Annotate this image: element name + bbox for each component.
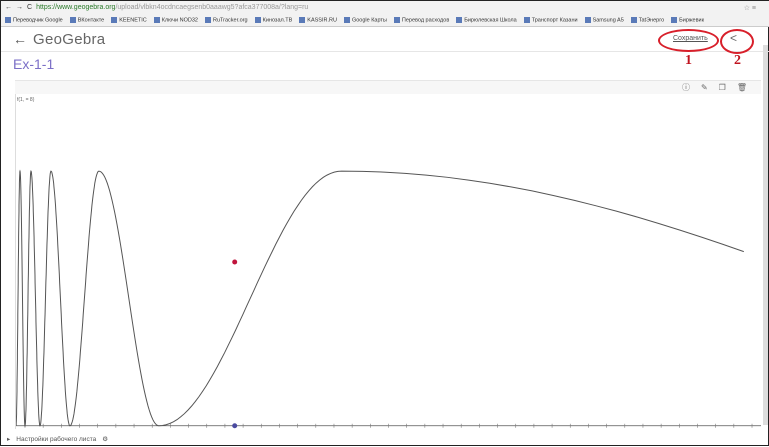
annotation-number-2: 2 bbox=[734, 53, 741, 68]
info-icon[interactable]: ⓘ bbox=[682, 82, 690, 93]
reload-icon[interactable]: C bbox=[27, 4, 32, 11]
bookmark-item[interactable]: ВКонтакте bbox=[70, 17, 104, 23]
geogebra-logo[interactable]: GeoGebra bbox=[33, 31, 105, 48]
pencil-icon[interactable]: ✎ bbox=[701, 83, 708, 92]
footer: ▸ Настройки рабочего листа ⚙ bbox=[1, 431, 769, 447]
bookmark-item[interactable]: Перевод расходов bbox=[394, 17, 449, 23]
star-icon[interactable]: ☆ ≡ bbox=[744, 4, 756, 12]
gear-icon[interactable]: ⚙ bbox=[102, 435, 108, 443]
point-on-axis[interactable] bbox=[232, 423, 238, 429]
graphics-toolbar: ⓘ ✎ ❐ 🗑 bbox=[15, 80, 761, 94]
graphics-view[interactable] bbox=[15, 94, 761, 429]
back-nav-icon[interactable]: ← bbox=[5, 4, 12, 11]
bookmark-item[interactable]: Транспорт Казани bbox=[524, 17, 578, 23]
bookmark-item[interactable]: Биржевик bbox=[671, 17, 704, 23]
bookmark-item[interactable]: Samsung A5 bbox=[585, 17, 624, 23]
worksheet-settings-link[interactable]: Настройки рабочего листа bbox=[16, 436, 96, 443]
bookmark-item[interactable]: RuTracker.org bbox=[205, 17, 248, 23]
function-label: f(1, = 8) bbox=[17, 97, 35, 103]
app-header: ← GeoGebra Сохранить < bbox=[1, 28, 769, 52]
axis-ticks bbox=[24, 423, 753, 428]
bookmark-item[interactable]: Ключи NOD32 bbox=[154, 17, 198, 23]
url-path: /upload/vlbkn4ocdncaegsenb0aaawg5?afca37… bbox=[115, 4, 309, 11]
bookmark-item[interactable]: Кинозал.ТВ bbox=[255, 17, 293, 23]
page-title: Ex-1-1 bbox=[13, 56, 55, 72]
forward-nav-icon[interactable]: → bbox=[16, 4, 23, 11]
trash-icon[interactable]: 🗑 bbox=[737, 83, 747, 92]
annotation-circle-2 bbox=[720, 29, 754, 54]
point-on-curve[interactable] bbox=[232, 259, 238, 265]
bookmarks-bar: Переводчик Google ВКонтакте KEENETIC Ключи … bbox=[1, 14, 769, 26]
bookmark-item[interactable]: Переводчик Google bbox=[5, 17, 63, 23]
address-bar[interactable]: ← → C https://www.geogebra.org/upload/vlbk… bbox=[1, 1, 769, 14]
bookmark-item[interactable]: TatЭнерго bbox=[631, 17, 664, 23]
browser-chrome: ← → C https://www.geogebra.org/upload/vlbk… bbox=[1, 1, 769, 27]
scrollbar[interactable] bbox=[763, 45, 768, 425]
copy-icon[interactable]: ❐ bbox=[719, 83, 726, 92]
back-arrow-icon[interactable]: ← bbox=[13, 31, 27, 47]
bookmark-item[interactable]: Бирюлевская Школа bbox=[456, 17, 516, 23]
annotation-circle-1 bbox=[658, 29, 719, 52]
bookmark-item[interactable]: Google Карты bbox=[344, 17, 387, 23]
expand-arrow-icon[interactable]: ▸ bbox=[7, 435, 10, 443]
annotation-number-1: 1 bbox=[685, 53, 692, 68]
url-host: https://www.geogebra.org bbox=[36, 4, 116, 11]
bookmark-item[interactable]: KASSIR.RU bbox=[299, 17, 337, 23]
bookmark-item[interactable]: KEENETIC bbox=[111, 17, 147, 23]
function-curve bbox=[16, 169, 744, 428]
